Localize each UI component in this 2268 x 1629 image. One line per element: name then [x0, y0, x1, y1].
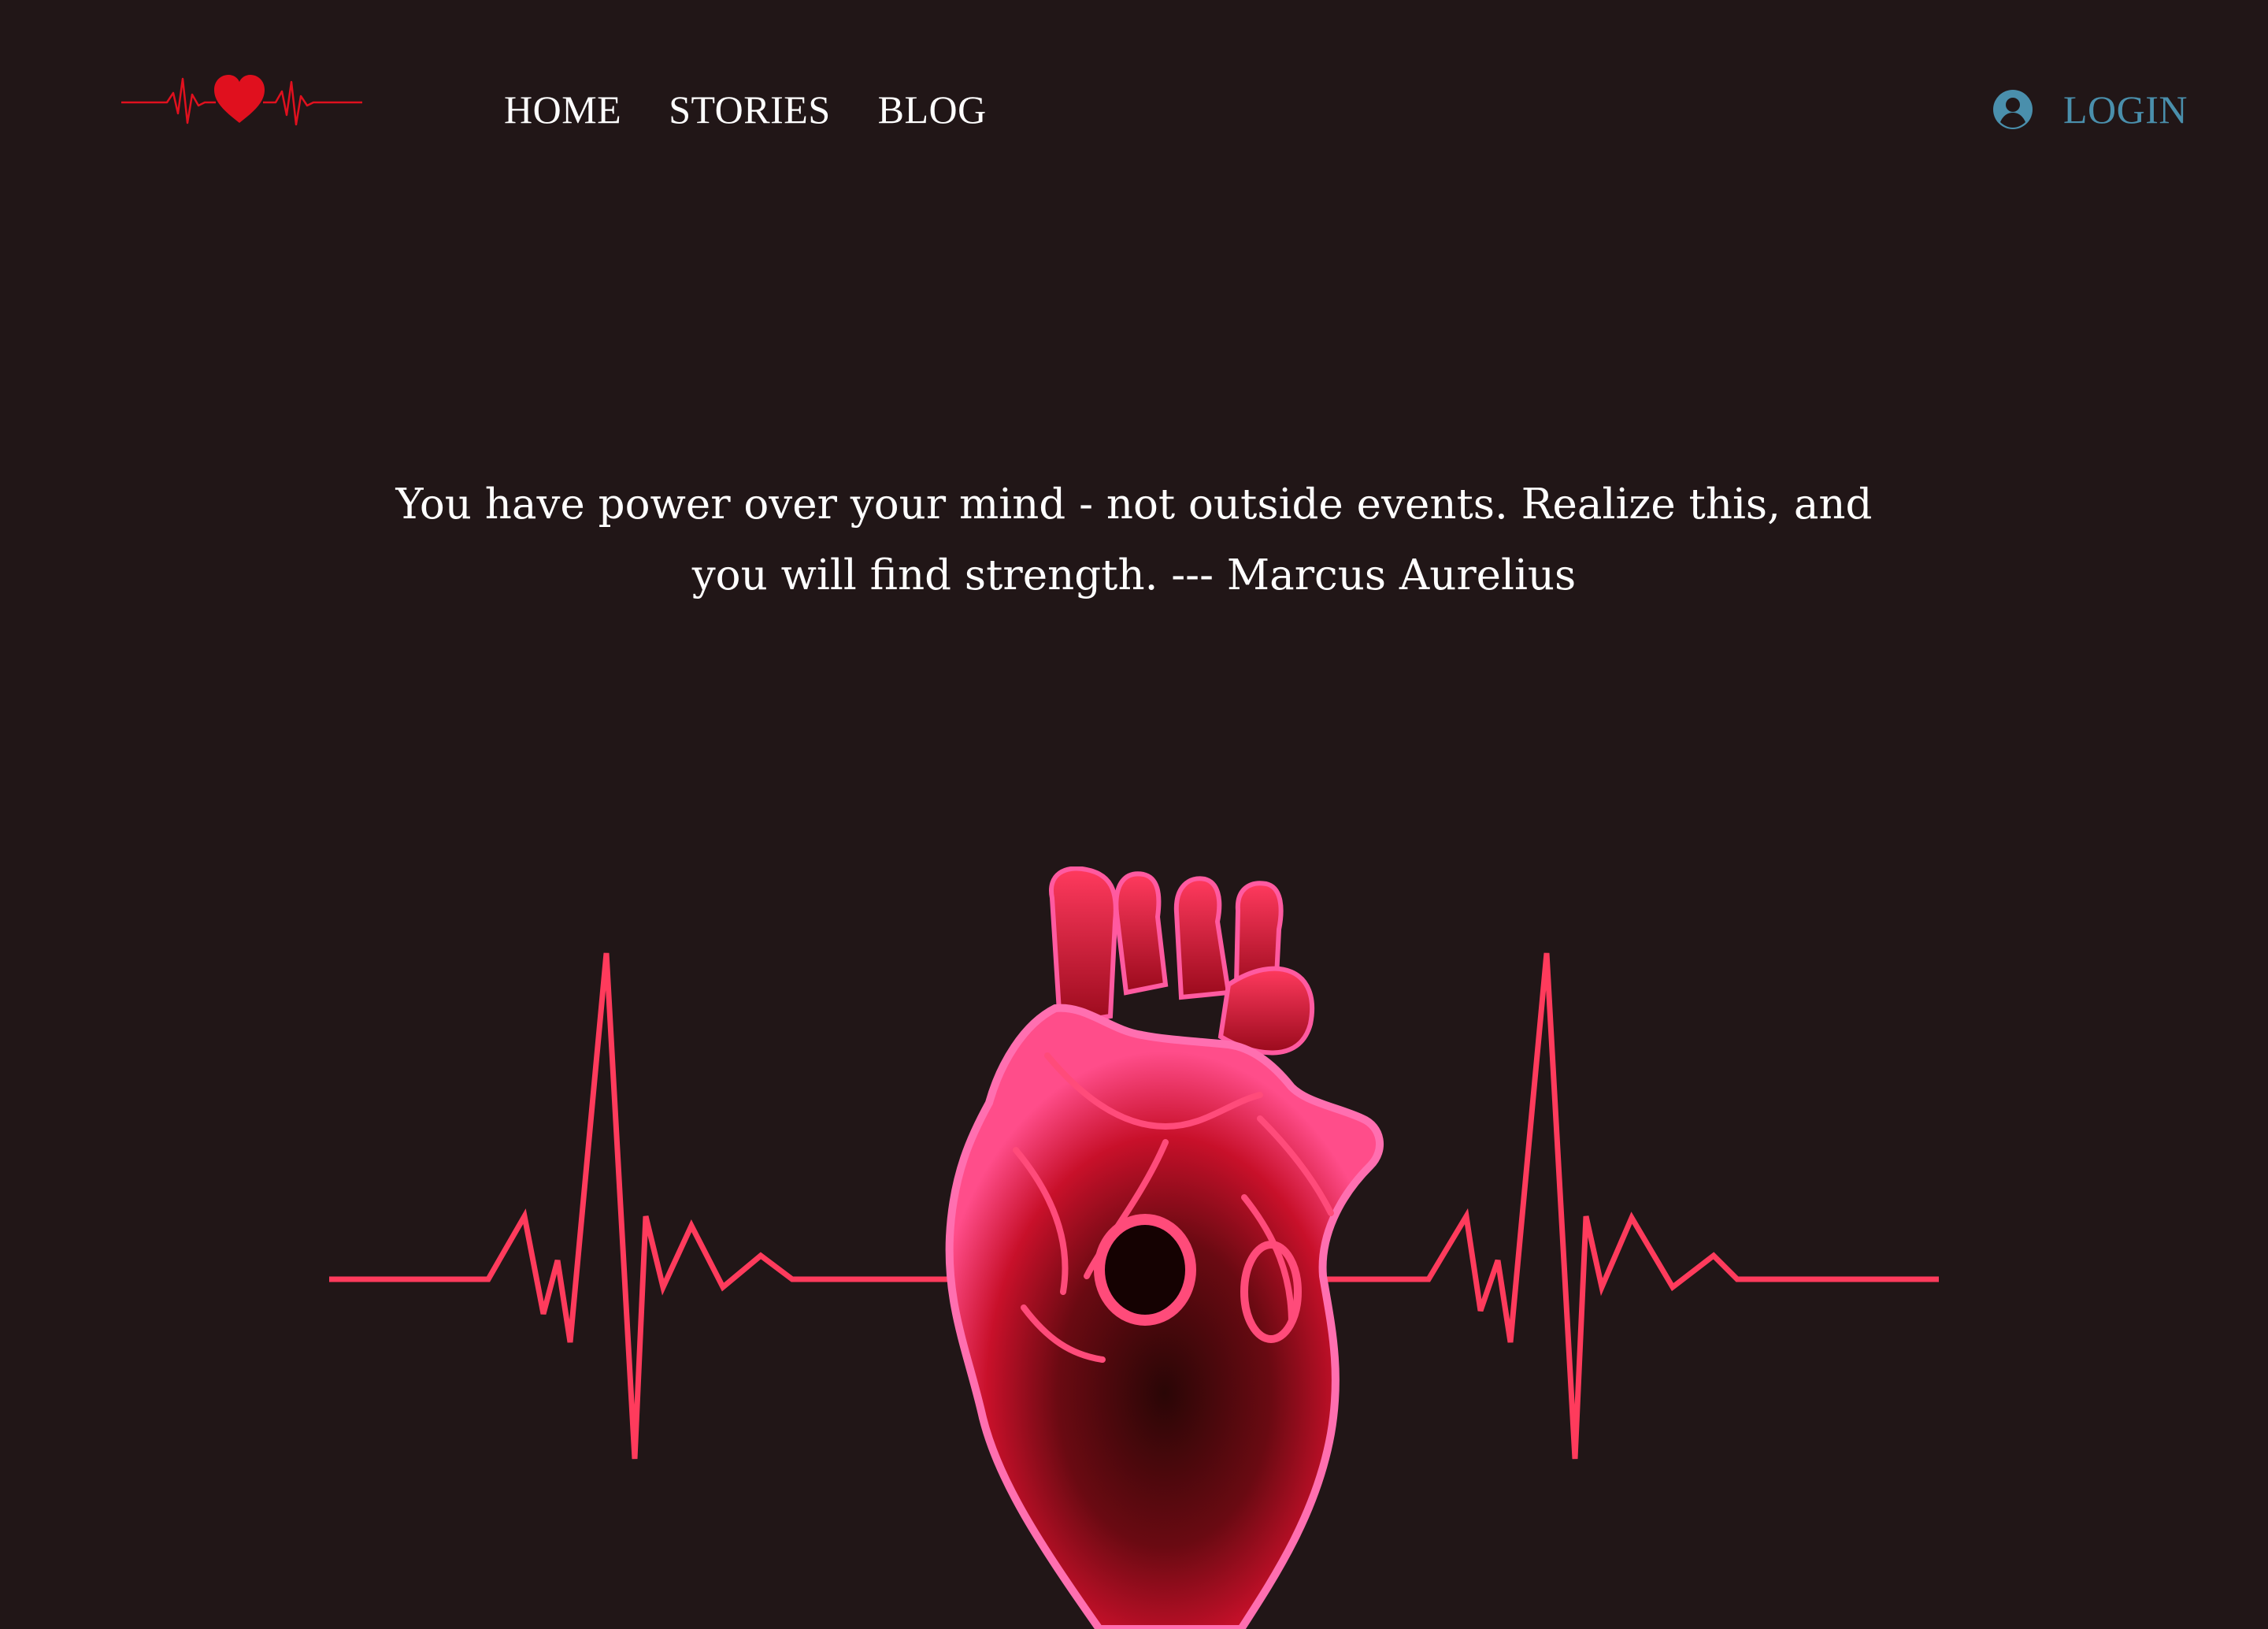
ekg-line-left	[329, 952, 961, 1460]
top-navigation: HOME STORIES BLOG LOGIN	[0, 0, 2268, 221]
nav-stories-link[interactable]: STORIES	[669, 82, 830, 137]
ekg-line-right	[1323, 952, 1939, 1460]
nav-blog-link[interactable]: BLOG	[878, 82, 987, 137]
heart-chamber	[1094, 1214, 1196, 1326]
heart-ekg-illustration	[0, 866, 2268, 1629]
login-button[interactable]: LOGIN	[1992, 82, 2188, 137]
user-circle-icon	[1992, 90, 2033, 129]
nav-home-link[interactable]: HOME	[504, 82, 621, 137]
main-menu: HOME STORIES BLOG	[504, 82, 987, 137]
heartbeat-logo-icon[interactable]	[121, 68, 362, 134]
hero-quote: You have power over your mind - not outs…	[395, 481, 1873, 599]
login-label: LOGIN	[2062, 87, 2188, 132]
